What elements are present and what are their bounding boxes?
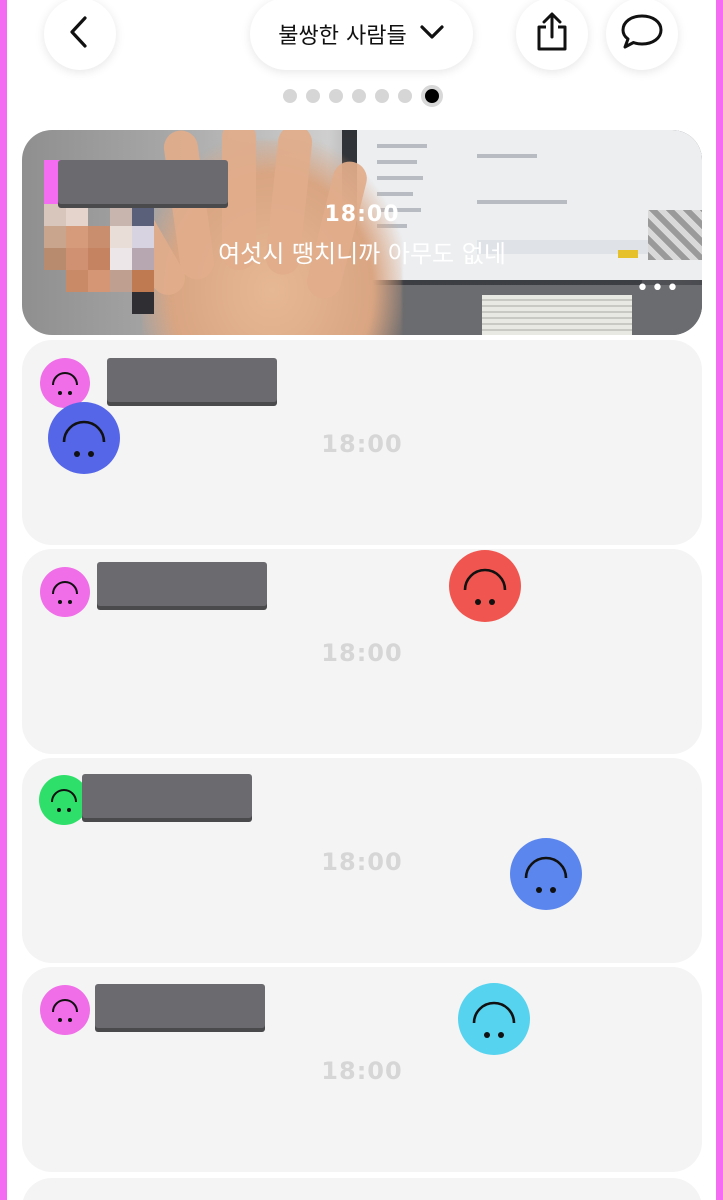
entry-card[interactable]: 18:00 (22, 758, 702, 963)
page-dot[interactable] (283, 89, 297, 103)
upside-down-smiley-icon (458, 983, 530, 1055)
page-dot[interactable] (398, 89, 412, 103)
poster-avatar (40, 358, 90, 408)
entry-time: 18:00 (321, 639, 403, 667)
redacted-name (97, 562, 267, 606)
frame-accent-right (716, 0, 723, 1200)
redacted-name (107, 358, 277, 402)
share-icon (535, 12, 569, 56)
post-time: 18:00 (324, 202, 400, 227)
chevron-down-icon (419, 23, 445, 45)
page-dot[interactable] (306, 89, 320, 103)
redacted-name (82, 774, 252, 818)
back-button[interactable] (44, 0, 116, 70)
page-dot[interactable] (375, 89, 389, 103)
entry-time: 18:00 (321, 430, 403, 458)
poster-avatar (40, 567, 90, 617)
poster-avatar (40, 985, 90, 1035)
page-dot[interactable] (329, 89, 343, 103)
post-caption: 여섯시 땡치니까 아무도 없네 (218, 240, 506, 268)
entry-card-partial[interactable] (22, 1178, 702, 1200)
more-options-button[interactable]: ••• (636, 276, 681, 301)
chat-button[interactable] (606, 0, 678, 70)
top-bar: 불쌍한 사람들 (0, 0, 723, 120)
group-selector[interactable]: 불쌍한 사람들 (250, 0, 473, 70)
frame-accent-left (0, 0, 7, 1200)
entry-card[interactable]: 18:00 (22, 967, 702, 1172)
entry-card[interactable]: 18:00 (22, 549, 702, 754)
chat-bubble-icon (620, 13, 664, 55)
upside-down-smiley-icon (449, 550, 521, 622)
group-name: 불쌍한 사람들 (278, 24, 407, 49)
photo-papers (482, 295, 632, 335)
page-dot-active[interactable] (421, 85, 443, 107)
entry-card[interactable]: 18:00 (22, 340, 702, 545)
redacted-name (58, 160, 228, 204)
photo-post-card[interactable]: 18:00 여섯시 땡치니까 아무도 없네 ••• (22, 130, 702, 335)
share-button[interactable] (516, 0, 588, 70)
chevron-left-icon (65, 15, 95, 53)
page-dot[interactable] (352, 89, 366, 103)
redacted-name (95, 984, 265, 1028)
page-indicator (283, 85, 443, 107)
entry-time: 18:00 (321, 1057, 403, 1085)
entry-time: 18:00 (321, 848, 403, 876)
